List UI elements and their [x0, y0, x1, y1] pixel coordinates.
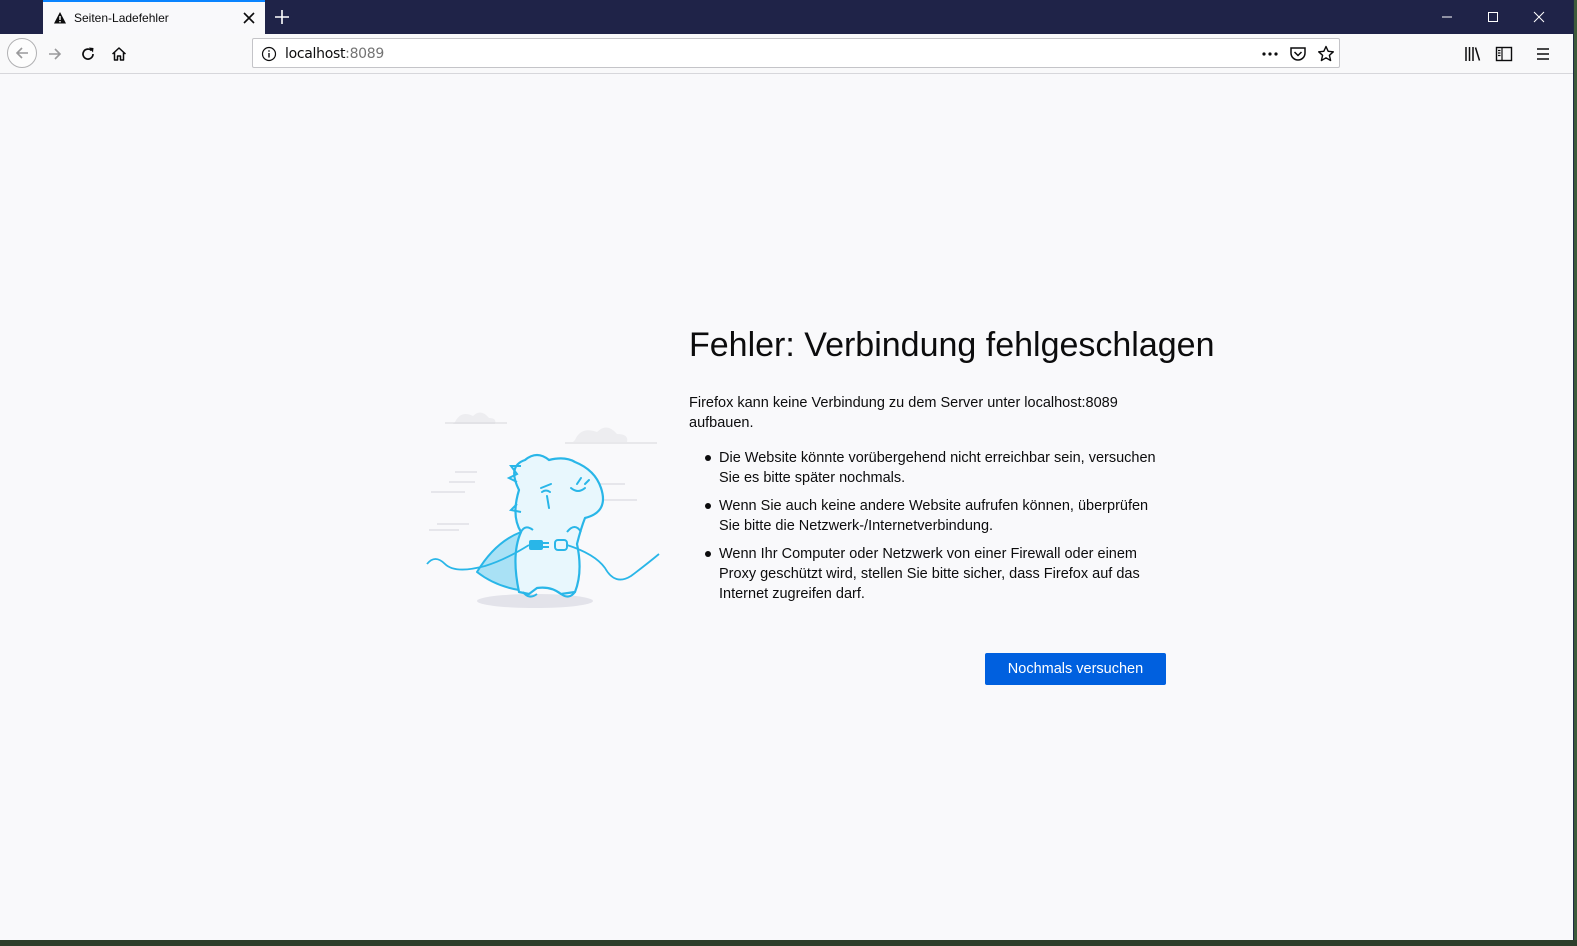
- back-icon: [15, 47, 28, 59]
- suggestion-text: Wenn Ihr Computer oder Netzwerk von eine…: [719, 546, 1140, 602]
- close-window-button[interactable]: [1516, 0, 1562, 34]
- close-icon[interactable]: [242, 11, 256, 25]
- browser-window: Seiten-Ladefehler localhost:8089 Fehler:…: [0, 0, 1574, 940]
- url-host: localhost: [285, 46, 346, 62]
- navigation-toolbar: localhost:8089: [0, 34, 1573, 74]
- warning-icon: [54, 12, 66, 24]
- more-icon[interactable]: [1261, 45, 1279, 63]
- desktop-background: [0, 940, 1577, 946]
- error-heading: Fehler: Verbindung fehlgeschlagen: [689, 326, 1215, 364]
- star-icon[interactable]: [1317, 45, 1335, 63]
- home-icon[interactable]: [111, 46, 127, 62]
- maximize-icon: [1488, 12, 1498, 22]
- bullet-icon: [705, 551, 711, 557]
- minimize-button[interactable]: [1424, 0, 1470, 34]
- list-item: Die Website könnte vorübergehend nicht e…: [689, 448, 1164, 488]
- bullet-icon: [705, 503, 711, 509]
- maximize-button[interactable]: [1470, 0, 1516, 34]
- minimize-icon: [1442, 16, 1452, 18]
- pocket-icon[interactable]: [1289, 45, 1307, 63]
- info-icon[interactable]: [261, 46, 277, 62]
- bullet-icon: [705, 455, 711, 461]
- url-port: :8089: [345, 46, 385, 62]
- error-page: Fehler: Verbindung fehlgeschlagen Firefo…: [0, 74, 1573, 940]
- tab-active[interactable]: Seiten-Ladefehler: [43, 0, 265, 34]
- suggestion-text: Wenn Sie auch keine andere Website aufru…: [719, 498, 1149, 534]
- suggestion-text: Die Website könnte vorübergehend nicht e…: [719, 450, 1156, 486]
- back-button[interactable]: [7, 38, 37, 68]
- retry-button[interactable]: Nochmals versuchen: [985, 653, 1166, 685]
- error-description: Firefox kann keine Verbindung zu dem Ser…: [689, 395, 1118, 431]
- menu-icon[interactable]: [1535, 45, 1551, 63]
- disconnected-dino-illustration: [426, 412, 660, 608]
- title-bar: Seiten-Ladefehler: [0, 0, 1573, 34]
- library-icon[interactable]: [1464, 45, 1482, 63]
- tab-title: Seiten-Ladefehler: [74, 11, 169, 25]
- sidebar-icon[interactable]: [1495, 45, 1513, 63]
- reload-icon[interactable]: [80, 46, 96, 62]
- error-suggestions: Die Website könnte vorübergehend nicht e…: [689, 448, 1164, 612]
- forward-icon[interactable]: [47, 46, 63, 62]
- list-item: Wenn Sie auch keine andere Website aufru…: [689, 496, 1164, 536]
- close-icon: [1533, 11, 1545, 23]
- url-bar[interactable]: localhost:8089: [252, 38, 1340, 68]
- plus-icon[interactable]: [274, 9, 290, 25]
- url-text[interactable]: localhost:8089: [285, 46, 384, 62]
- list-item: Wenn Ihr Computer oder Netzwerk von eine…: [689, 544, 1164, 604]
